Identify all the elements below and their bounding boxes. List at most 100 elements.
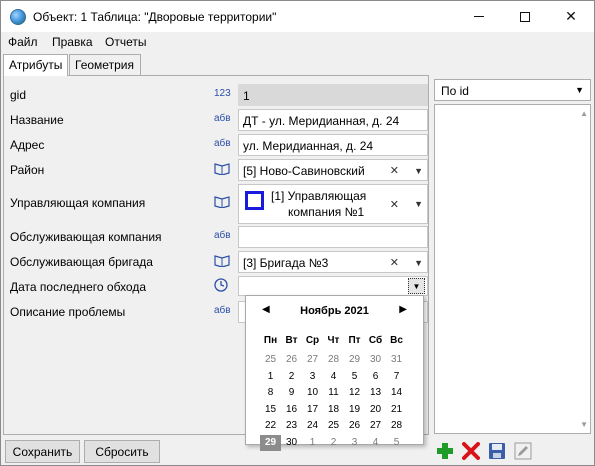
next-month-button[interactable]: ▶ [399,304,407,315]
calendar-day[interactable]: 4 [323,369,344,385]
chevron-down-icon: ▼ [575,85,584,95]
calendar-day[interactable]: 26 [281,352,302,368]
name-field[interactable]: ДТ - ул. Меридианная, д. 24 [238,109,428,131]
calendar-day[interactable]: 2 [323,435,344,451]
save-disk-button[interactable] [487,441,507,461]
calendar-day[interactable]: 26 [344,418,365,434]
text-type-icon: абв [214,305,231,316]
attr-row-district: Район [5] Ново-Савиновский ✕ ▼ [4,159,428,181]
scroll-up-icon[interactable]: ▲ [580,109,588,118]
chevron-down-icon[interactable]: ▼ [414,166,423,176]
calendar-day[interactable]: 4 [365,435,386,451]
calendar-day[interactable]: 1 [260,369,281,385]
calendar-day[interactable]: 24 [302,418,323,434]
calendar-day[interactable]: 18 [323,402,344,418]
calendar-weekday: Сб [368,335,383,346]
attr-row-gid: gid 123 1 [4,84,428,106]
calendar-day[interactable]: 29 [344,352,365,368]
close-button[interactable]: ✕ [548,1,594,32]
calendar-day[interactable]: 6 [365,369,386,385]
book-icon[interactable] [214,161,230,178]
save-button[interactable]: Сохранить [5,440,80,463]
menu-bar: Файл Правка Отчеты [1,32,594,52]
calendar-day[interactable]: 11 [323,385,344,401]
clear-icon[interactable]: ✕ [390,256,399,269]
calendar-day[interactable]: 15 [260,402,281,418]
management-checkbox[interactable] [245,191,264,210]
district-dropdown[interactable]: [5] Ново-Савиновский ✕ ▼ [238,159,428,181]
calendar-day[interactable]: 27 [302,352,323,368]
attr-row-name: Название абв ДТ - ул. Меридианная, д. 24 [4,109,428,131]
object-list[interactable]: ▲ ▼ [434,104,591,434]
calendar-weekday: Пт [348,335,361,346]
calendar-popup: ◀ Ноябрь 2021 ▶ Пн Вт Ср Чт Пт Сб Вс 25 26 27 28 29… [245,295,424,451]
calendar-day[interactable]: 30 [281,435,302,451]
menu-reports[interactable]: Отчеты [105,35,146,49]
calendar-weekday: Чт [327,335,340,346]
calendar-day[interactable]: 20 [365,402,386,418]
close-icon: ✕ [565,8,577,24]
service-company-field[interactable] [238,226,428,248]
sort-dropdown[interactable]: По id ▼ [434,79,591,101]
save-disk-icon [489,443,505,459]
management-dropdown[interactable]: [1] Управляющая компания №1 ✕ ▼ [238,184,428,224]
calendar-day[interactable]: 12 [344,385,365,401]
calendar-day[interactable]: 16 [281,402,302,418]
edit-button[interactable] [513,441,533,461]
tab-attributes[interactable]: Атрибуты [3,54,68,76]
calendar-dropdown-button[interactable]: ▼ [408,278,425,294]
calendar-day[interactable]: 25 [260,352,281,368]
calendar-day[interactable]: 7 [386,369,407,385]
attr-label-last-check: Дата последнего обхода [10,280,147,294]
calendar-day[interactable]: 22 [260,418,281,434]
calendar-day[interactable]: 10 [302,385,323,401]
calendar-day[interactable]: 9 [281,385,302,401]
calendar-day[interactable]: 1 [302,435,323,451]
calendar-day[interactable]: 5 [344,369,365,385]
calendar-day[interactable]: 3 [302,369,323,385]
calendar-day[interactable]: 8 [260,385,281,401]
tab-geometry[interactable]: Геометрия [69,54,141,75]
calendar-day[interactable]: 23 [281,418,302,434]
attr-label-gid: gid [10,88,27,102]
calendar-weekday: Вс [390,335,403,346]
service-brigade-dropdown[interactable]: [3] Бригада №3 ✕ ▼ [238,251,428,273]
scroll-down-icon[interactable]: ▼ [580,420,588,429]
calendar-day[interactable]: 3 [344,435,365,451]
calendar-day[interactable]: 17 [302,402,323,418]
calendar-day[interactable]: 5 [386,435,407,451]
attr-label-service-company: Обслуживающая компания [10,230,162,244]
maximize-button[interactable] [502,1,548,32]
calendar-day[interactable]: 14 [386,385,407,401]
add-button[interactable] [435,441,455,461]
calendar-day[interactable]: 31 [386,352,407,368]
calendar-day[interactable]: 28 [386,418,407,434]
calendar-day[interactable]: 25 [323,418,344,434]
book-icon[interactable] [214,253,230,270]
calendar-day[interactable]: 2 [281,369,302,385]
calendar-day[interactable]: 13 [365,385,386,401]
menu-file[interactable]: Файл [8,35,38,49]
attr-row-service-company: Обслуживающая компания абв [4,226,428,248]
calendar-day[interactable]: 28 [323,352,344,368]
attr-row-address: Адрес абв ул. Меридианная, д. 24 [4,134,428,156]
calendar-day[interactable]: 27 [365,418,386,434]
attr-label-address: Адрес [10,138,45,152]
book-icon[interactable] [214,194,230,211]
menu-edit[interactable]: Правка [52,35,93,49]
edit-pencil-icon [514,442,532,460]
chevron-down-icon[interactable]: ▼ [414,199,423,209]
minimize-button[interactable] [456,1,502,32]
calendar-day[interactable]: 19 [344,402,365,418]
reset-button[interactable]: Сбросить [84,440,160,463]
calendar-day[interactable]: 21 [386,402,407,418]
clear-icon[interactable]: ✕ [390,164,399,177]
clear-icon[interactable]: ✕ [390,198,399,211]
add-icon [437,443,453,459]
calendar-day[interactable]: 30 [365,352,386,368]
calendar-day[interactable]: 29 [260,434,281,451]
delete-button[interactable] [461,441,481,461]
last-check-datepicker[interactable] [238,276,428,296]
chevron-down-icon[interactable]: ▼ [414,258,423,268]
address-field[interactable]: ул. Меридианная, д. 24 [238,134,428,156]
